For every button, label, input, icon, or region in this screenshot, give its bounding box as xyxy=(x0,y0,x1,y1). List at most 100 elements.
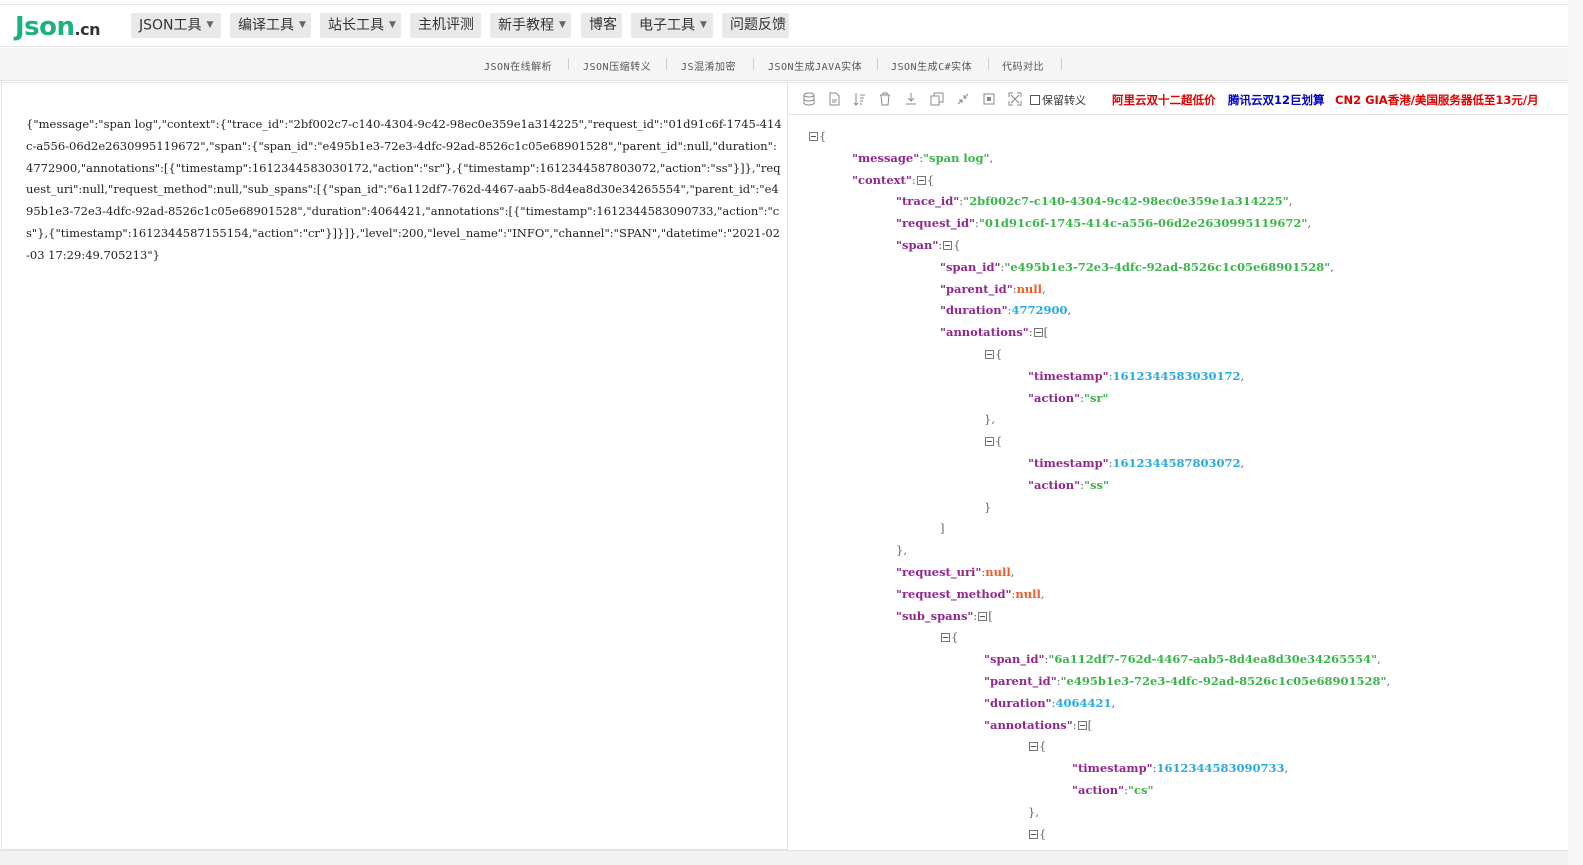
expand-icon[interactable] xyxy=(982,92,996,106)
tree-row: "action":"ss" xyxy=(1028,478,1109,500)
tree-row: "request_id":"01d91c6f-1745-414c-a556-06… xyxy=(896,216,1311,238)
collapse-toggle-icon[interactable] xyxy=(943,241,953,250)
sublink-4[interactable]: JSON生成C#实体 xyxy=(891,58,972,73)
json-key: "annotations" xyxy=(984,717,1073,732)
compress-icon[interactable] xyxy=(956,92,970,106)
collapse-toggle-icon[interactable] xyxy=(1077,720,1087,730)
sublink-2[interactable]: JS混淆加密 xyxy=(681,58,736,73)
json-punct: : xyxy=(973,608,978,623)
file-icon[interactable] xyxy=(827,92,841,106)
site-logo[interactable]: Json.cn xyxy=(15,13,100,44)
tree-row: "duration":4064421, xyxy=(984,696,1115,718)
database-icon[interactable] xyxy=(802,92,816,106)
tree-row: "timestamp":1612344587803072, xyxy=(1028,456,1244,478)
collapse-toggle-icon[interactable] xyxy=(1029,829,1038,839)
json-punct: ] xyxy=(940,521,945,536)
ad-link-0[interactable]: 阿里云双十二超低价 xyxy=(1112,92,1216,108)
collapse-toggle-icon[interactable] xyxy=(809,132,818,141)
nav-item-6[interactable]: 电子工具 ▼ xyxy=(631,13,713,38)
download-icon[interactable] xyxy=(904,92,918,106)
tree-row: "annotations": [ xyxy=(940,325,1048,347)
sublink-5[interactable]: 代码对比 xyxy=(1002,58,1044,73)
nav-item-1[interactable]: 编译工具 ▼ xyxy=(230,13,311,38)
json-key: "trace_id" xyxy=(896,194,960,209)
json-punct: { xyxy=(995,434,1003,449)
nav-item-4[interactable]: 新手教程 ▼ xyxy=(490,13,571,38)
nav-item-3[interactable]: 主机评测 xyxy=(410,13,481,38)
json-punct: , xyxy=(989,150,994,165)
nav-item-label: 站长工具 xyxy=(328,17,384,34)
nav-item-label: 问题反馈 xyxy=(730,17,786,33)
json-key: "span" xyxy=(896,238,939,252)
nav-item-2[interactable]: 站长工具 ▼ xyxy=(320,13,401,38)
collapse-toggle-icon[interactable] xyxy=(1029,742,1038,752)
tree-row: "trace_id":"2bf002c7-c140-4304-9c42-98ec… xyxy=(896,194,1292,216)
vertical-scrollbar[interactable] xyxy=(1568,0,1583,865)
top-navbar: Json.cn JSON工具 ▼ 编译工具 ▼ 站长工具 ▼ 主机评测 新手教程 ▼ 博客 电子工具… xyxy=(0,4,1568,47)
json-key: "request_id" xyxy=(896,216,976,231)
sort-icon[interactable] xyxy=(852,92,866,106)
logo-suffix: .cn xyxy=(74,20,101,39)
tree-row: { xyxy=(984,434,1002,456)
tree-row: "message":"span log", xyxy=(852,151,993,173)
collapse-toggle-icon[interactable] xyxy=(916,175,926,185)
tree-row: "timestamp":1612344583030172, xyxy=(1028,369,1244,391)
copy-icon[interactable] xyxy=(930,92,944,106)
trash-icon[interactable] xyxy=(878,92,892,106)
tree-row: "span_id":"6a112df7-762d-4467-aab5-8d4ea… xyxy=(984,652,1381,674)
json-punct: , xyxy=(1288,194,1293,209)
json-string: "6a112df7-762d-4467-aab5-8d4ea8d30e34265… xyxy=(1048,652,1378,667)
ad-link-2[interactable]: CN2 GIA香港/美国服务器低至13元/月 xyxy=(1335,92,1539,108)
json-null: null xyxy=(1016,281,1043,296)
tree-row: "span_id":"e495b1e3-72e3-4dfc-92ad-8526c… xyxy=(940,260,1334,282)
viewer-toolbar: 保留转义 阿里云双十二超低价 腾讯云双12巨划算 CN2 GIA香港/美国服务器低至1… xyxy=(789,83,1568,115)
divider xyxy=(666,58,667,70)
checkbox-label: 保留转义 xyxy=(1042,94,1086,107)
collapse-toggle-icon[interactable] xyxy=(985,350,994,359)
nav-item-7[interactable]: 问题反馈 xyxy=(722,13,789,38)
ad-link-1[interactable]: 腾讯云双12巨划算 xyxy=(1228,92,1325,108)
nav-item-0[interactable]: JSON工具 ▼ xyxy=(131,13,221,38)
json-input-pane[interactable]: {"message":"span log","context":{"trace_… xyxy=(1,82,788,850)
divider xyxy=(753,58,754,70)
bottom-scrollbar[interactable] xyxy=(0,850,1568,865)
tree-row: "timestamp":1612344583090733, xyxy=(1072,761,1288,783)
collapse-toggle-icon[interactable] xyxy=(1033,328,1043,338)
tree-row: } xyxy=(984,500,991,522)
sublink-0[interactable]: JSON在线解析 xyxy=(484,58,552,73)
checkbox-box[interactable] xyxy=(1030,95,1040,105)
json-key: "context" xyxy=(852,172,912,187)
json-key: "timestamp" xyxy=(1028,456,1109,470)
chevron-down-icon: ▼ xyxy=(700,20,707,30)
collapse-toggle-icon[interactable] xyxy=(985,437,994,447)
collapse-toggle-icon[interactable] xyxy=(978,611,988,621)
json-punct: , xyxy=(1307,216,1312,231)
json-punct: , xyxy=(1240,456,1245,470)
json-string: "2bf002c7-c140-4304-9c42-98ec0e359e1a314… xyxy=(963,194,1289,209)
json-null: null xyxy=(1015,586,1041,601)
json-punct: { xyxy=(926,172,935,187)
nav-item-5[interactable]: 博客 xyxy=(581,13,622,38)
sublink-1[interactable]: JSON压缩转义 xyxy=(583,58,651,73)
preserve-escape-checkbox[interactable]: 保留转义 xyxy=(1030,92,1086,108)
tree-row: }, xyxy=(984,412,995,434)
json-key: "duration" xyxy=(984,695,1052,710)
json-key: "timestamp" xyxy=(1072,761,1153,776)
json-punct: , xyxy=(1284,761,1289,776)
json-string: "e495b1e3-72e3-4dfc-92ad-8526c1c05e68901… xyxy=(1060,674,1387,688)
fullscreen-icon[interactable] xyxy=(1008,92,1022,106)
tree-row: "span": { xyxy=(896,238,961,260)
json-punct: : xyxy=(1028,325,1033,340)
json-key: "span_id" xyxy=(984,652,1045,667)
json-input-text[interactable]: {"message":"span log","context":{"trace_… xyxy=(26,114,782,267)
divider xyxy=(988,58,989,70)
divider xyxy=(568,58,569,70)
collapse-toggle-icon[interactable] xyxy=(941,633,950,643)
json-number: 1612344583090733 xyxy=(1156,761,1285,776)
json-punct: [ xyxy=(1043,325,1049,340)
tree-row: { xyxy=(984,347,1002,369)
tree-row: "sub_spans": [ xyxy=(896,609,993,631)
sublink-3[interactable]: JSON生成JAVA实体 xyxy=(768,58,862,73)
json-number: 1612344583030172 xyxy=(1112,368,1241,383)
tree-row: "parent_id":null, xyxy=(940,282,1046,304)
